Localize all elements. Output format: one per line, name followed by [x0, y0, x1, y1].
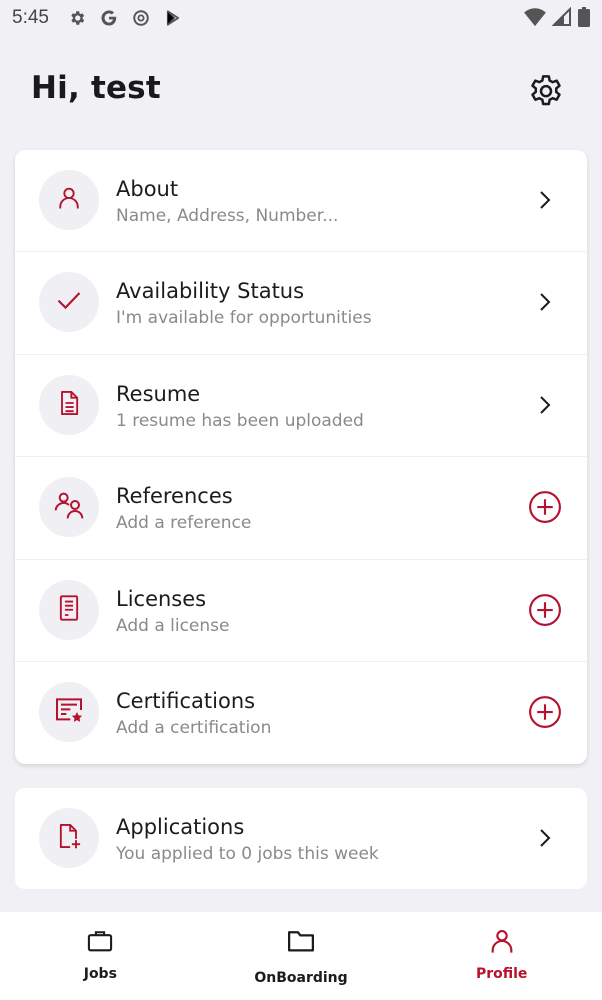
profile-row-references[interactable]: References Add a reference [15, 457, 587, 560]
certificate-icon [53, 694, 85, 730]
status-icons-left [67, 8, 183, 28]
settings-button[interactable] [524, 72, 568, 116]
file-add-icon [55, 822, 83, 854]
add-circle-icon[interactable] [527, 694, 563, 730]
nav-item-jobs[interactable]: Jobs [0, 912, 201, 1000]
add-circle-icon[interactable] [527, 592, 563, 628]
status-time: 5:45 [12, 7, 49, 28]
signal-icon [551, 6, 572, 32]
profile-row-resume[interactable]: Resume 1 resume has been uploaded [15, 355, 587, 458]
row-title: Availability Status [116, 279, 305, 304]
row-icon-circle [39, 374, 99, 435]
status-bar: 5:45 [0, 0, 602, 36]
nav-item-profile[interactable]: Profile [401, 912, 602, 1000]
row-title: Licenses [116, 586, 207, 611]
row-subtitle: Name, Address, Number... [116, 206, 339, 226]
row-subtitle: I'm available for opportunities [116, 308, 372, 329]
chevron-right-icon[interactable] [527, 284, 563, 320]
nav-label: Jobs [83, 966, 117, 982]
row-title: Certifications [116, 688, 256, 713]
row-subtitle: You applied to 0 jobs this week [116, 844, 379, 864]
nav-label: Profile [475, 966, 528, 982]
row-icon-circle [39, 170, 99, 230]
folder-icon [286, 926, 316, 956]
nav-item-onboarding[interactable]: OnBoarding [201, 912, 402, 1000]
play-store-icon [163, 8, 183, 28]
profile-row-licenses[interactable]: Licenses Add a license [15, 560, 587, 662]
chevron-right-icon[interactable] [527, 182, 563, 218]
status-icons-right [524, 6, 590, 32]
briefcase-icon [85, 926, 115, 956]
row-icon-circle [39, 808, 99, 868]
row-title: References [116, 484, 233, 509]
profile-row-availability[interactable]: Availability Status I'm available for op… [15, 252, 587, 355]
row-subtitle: Add a reference [116, 513, 252, 534]
row-subtitle: Add a license [116, 615, 230, 636]
page-title: Hi, test [31, 70, 161, 106]
applications-card[interactable]: Applications You applied to 0 jobs this … [15, 788, 587, 889]
row-icon-circle [39, 477, 99, 538]
row-title: Applications [116, 815, 245, 839]
header: Hi, test [0, 60, 602, 124]
row-subtitle: Add a certification [116, 717, 272, 738]
row-title: Resume [116, 381, 201, 406]
profile-sections-card: About Name, Address, Number... Availabil… [15, 150, 587, 764]
nav-label: OnBoarding [254, 970, 348, 986]
chevron-right-icon[interactable] [527, 387, 563, 423]
row-icon-circle [39, 681, 99, 742]
chevron-right-icon[interactable] [527, 820, 563, 856]
row-title: About [116, 177, 179, 201]
row-icon-circle [39, 272, 99, 333]
battery-icon [578, 7, 590, 32]
wifi-icon [524, 7, 546, 32]
add-circle-icon[interactable] [527, 489, 563, 525]
person-icon [487, 926, 517, 956]
check-icon [55, 286, 83, 318]
applications-row[interactable]: Applications You applied to 0 jobs this … [15, 788, 587, 889]
google-icon [99, 8, 119, 28]
person-icon [55, 184, 83, 216]
at-icon [131, 8, 151, 28]
bottom-nav: Jobs OnBoarding Profile [0, 912, 602, 1000]
gear-icon [526, 72, 566, 116]
row-subtitle: 1 resume has been uploaded [116, 410, 364, 431]
license-icon [55, 594, 83, 626]
document-icon [55, 389, 83, 421]
profile-row-certifications[interactable]: Certifications Add a certification [15, 662, 587, 764]
people-icon [53, 489, 85, 525]
gear-icon [67, 8, 87, 28]
row-icon-circle [39, 579, 99, 640]
profile-row-about[interactable]: About Name, Address, Number... [15, 150, 587, 253]
